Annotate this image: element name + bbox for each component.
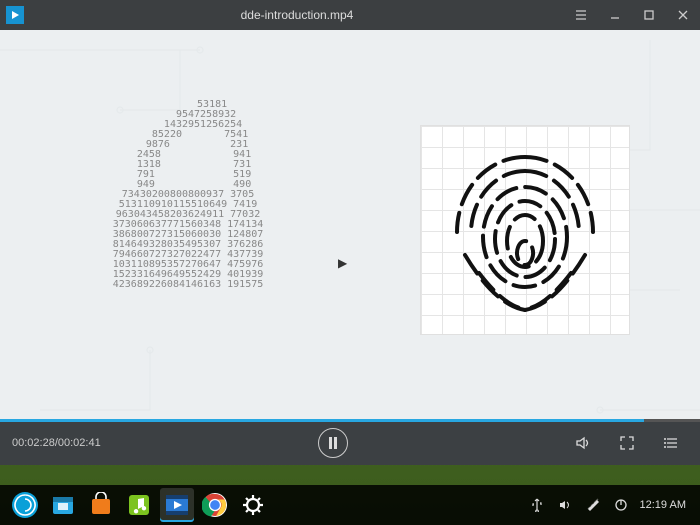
- taskbar-settings[interactable]: [236, 488, 270, 522]
- progress-track[interactable]: [0, 419, 700, 422]
- gear-icon: [240, 492, 266, 518]
- tray-clock[interactable]: 12:19 AM: [640, 499, 686, 511]
- deepin-logo-icon: [11, 491, 39, 519]
- tray-power[interactable]: [612, 496, 630, 514]
- play-pause-button[interactable]: [318, 428, 348, 458]
- taskbar-launcher[interactable]: [8, 488, 42, 522]
- window-title: dde-introduction.mp4: [30, 8, 564, 22]
- minimize-button[interactable]: [598, 0, 632, 30]
- fullscreen-button[interactable]: [610, 426, 644, 460]
- close-button[interactable]: [666, 0, 700, 30]
- video-player-window: dde-introduction.mp4: [0, 0, 700, 465]
- tray-volume[interactable]: [556, 496, 574, 514]
- minimize-icon: [608, 8, 622, 22]
- video-viewport[interactable]: 53181 9547258932 1432951256254 85220 754…: [0, 30, 700, 421]
- taskbar-movie-player[interactable]: [160, 488, 194, 522]
- pause-icon: [328, 437, 338, 449]
- chrome-icon: [202, 492, 228, 518]
- wifi-icon: [586, 498, 600, 512]
- taskbar-music[interactable]: [122, 488, 156, 522]
- maximize-icon: [642, 8, 656, 22]
- tray-network[interactable]: [584, 496, 602, 514]
- fullscreen-icon: [619, 435, 635, 451]
- taskbar-file-manager[interactable]: [46, 488, 80, 522]
- taskbar: 12:19 AM: [0, 485, 700, 525]
- music-icon: [126, 492, 152, 518]
- playlist-icon: [663, 435, 679, 451]
- tray-usb[interactable]: [528, 496, 546, 514]
- system-tray: 12:19 AM: [528, 496, 694, 514]
- volume-icon: [574, 434, 592, 452]
- titlebar: dde-introduction.mp4: [0, 0, 700, 30]
- time-display: 00:02:28/00:02:41: [12, 437, 101, 449]
- app-store-icon: [88, 492, 114, 518]
- playlist-button[interactable]: [654, 426, 688, 460]
- file-manager-icon: [50, 492, 76, 518]
- ascii-padlock-graphic: 53181 9547258932 1432951256254 85220 754…: [60, 100, 310, 290]
- app-icon: [0, 0, 30, 30]
- player-controls: 00:02:28/00:02:41: [0, 421, 700, 465]
- menu-button[interactable]: [564, 0, 598, 30]
- taskbar-chrome[interactable]: [198, 488, 232, 522]
- usb-icon: [530, 498, 544, 512]
- taskbar-app-store[interactable]: [84, 488, 118, 522]
- power-icon: [614, 498, 628, 512]
- window-controls: [564, 0, 700, 30]
- progress-fill: [0, 419, 644, 422]
- sound-icon: [558, 498, 572, 512]
- fingerprint-graphic: [420, 125, 630, 335]
- cursor-icon: ▶: [338, 256, 347, 270]
- close-icon: [676, 8, 690, 22]
- maximize-button[interactable]: [632, 0, 666, 30]
- movie-icon: [163, 491, 191, 519]
- volume-button[interactable]: [566, 426, 600, 460]
- hamburger-icon: [574, 8, 588, 22]
